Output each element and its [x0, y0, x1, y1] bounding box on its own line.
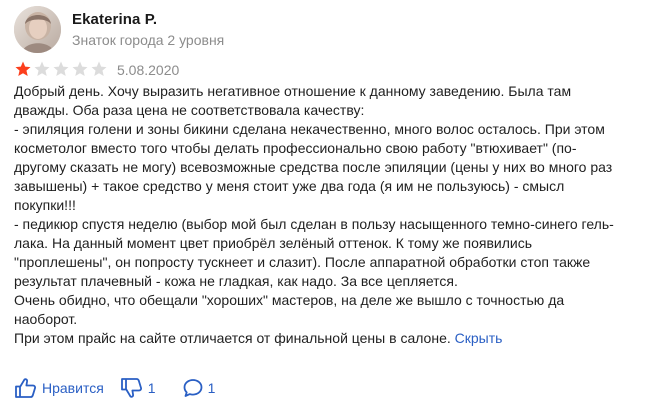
star-empty-icon: [53, 61, 69, 76]
like-label: Нравится: [42, 380, 104, 396]
thumbs-up-icon: [15, 378, 36, 398]
review-last-line: При этом прайс на сайте отличается от фи…: [14, 329, 614, 348]
star-empty-icon: [72, 61, 88, 76]
review-paragraph: Очень обидно, что обещали "хороших" маст…: [14, 292, 565, 327]
review-paragraph: - эпиляция голени и зоны бикини сделана …: [14, 121, 613, 213]
user-avatar-photo: [14, 6, 61, 53]
review-paragraph: - педикюр спустя неделю (выбор мой был с…: [14, 216, 614, 289]
avatar[interactable]: [14, 6, 61, 53]
hide-review-link[interactable]: Скрыть: [455, 330, 503, 346]
star-empty-icon: [34, 61, 50, 76]
thumbs-down-icon: [120, 378, 142, 398]
review-actions: Нравится 1 1: [14, 377, 215, 399]
comment-bubble-icon: [183, 379, 202, 397]
like-button[interactable]: Нравится: [14, 377, 104, 399]
dislike-button[interactable]: 1: [120, 377, 156, 399]
review-paragraph: При этом прайс на сайте отличается от фи…: [14, 330, 451, 346]
review-text: Добрый день. Хочу выразить негативное от…: [14, 82, 614, 348]
star-filled-icon: [15, 61, 31, 76]
author-level: Знаток города 2 уровня: [72, 32, 225, 48]
star-empty-icon: [91, 61, 107, 76]
rating-stars: [14, 60, 108, 78]
review-card: Ekaterina P. Знаток города 2 уровня 5.08…: [0, 0, 648, 411]
review-paragraph: Добрый день. Хочу выразить негативное от…: [14, 83, 572, 118]
author-name[interactable]: Ekaterina P.: [72, 11, 157, 28]
dislike-count: 1: [147, 380, 156, 396]
review-date: 5.08.2020: [117, 62, 180, 78]
comment-button[interactable]: 1: [182, 377, 216, 399]
comment-count: 1: [207, 380, 216, 396]
